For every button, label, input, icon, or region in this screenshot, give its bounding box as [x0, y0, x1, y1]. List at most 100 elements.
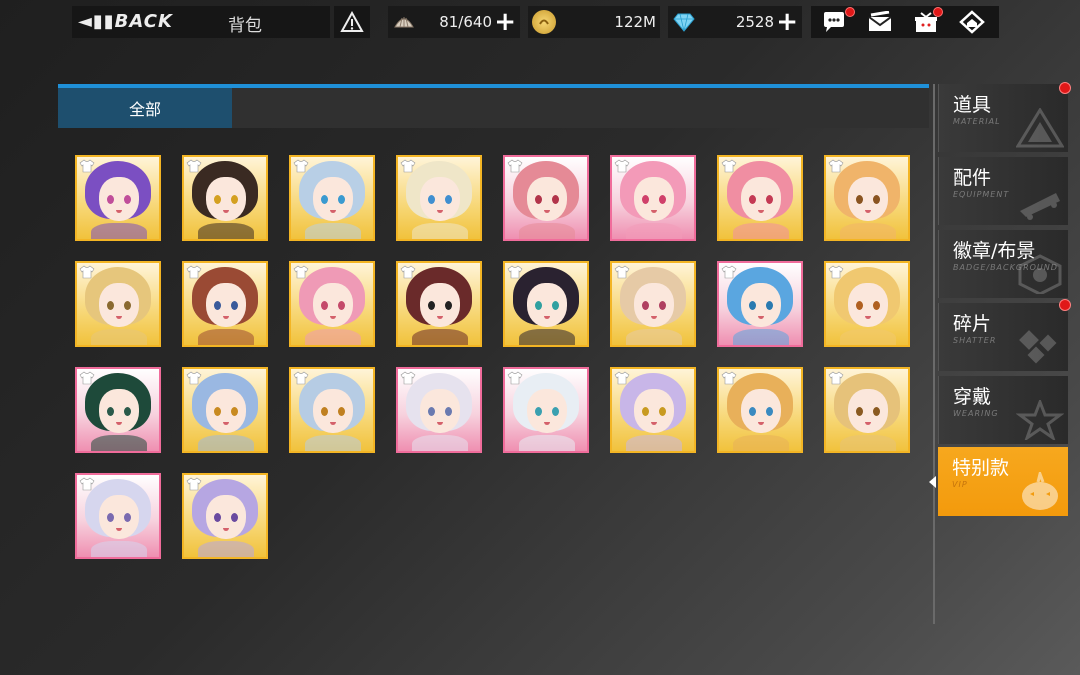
character-face: [206, 389, 246, 433]
character-eye: [214, 301, 221, 310]
item-card[interactable]: [503, 367, 589, 453]
add-diamond-button[interactable]: +: [776, 7, 798, 37]
character-outfit: [733, 435, 789, 451]
tab-all[interactable]: 全部: [58, 88, 232, 128]
character-eye: [428, 301, 435, 310]
character-outfit: [198, 541, 254, 557]
item-card[interactable]: [75, 367, 161, 453]
item-card[interactable]: [503, 261, 589, 347]
back-button[interactable]: ◄▮▮BACK 背包: [72, 6, 330, 38]
character-eye: [321, 195, 328, 204]
side-item-label: 道具: [953, 94, 992, 116]
item-card[interactable]: [182, 473, 268, 559]
item-card[interactable]: [75, 155, 161, 241]
character-eye: [321, 407, 328, 416]
add-capacity-button[interactable]: +: [494, 7, 516, 37]
side-item-wearing[interactable]: 穿戴 WEARING: [938, 376, 1068, 444]
item-card[interactable]: [289, 367, 375, 453]
item-card[interactable]: [182, 261, 268, 347]
character-eye: [445, 407, 452, 416]
capacity-value: 81/640: [439, 13, 492, 31]
character-eye: [552, 301, 559, 310]
item-card[interactable]: [182, 367, 268, 453]
item-card[interactable]: [824, 155, 910, 241]
item-card[interactable]: [503, 155, 589, 241]
character-eye: [535, 195, 542, 204]
character-outfit: [198, 223, 254, 239]
character-eye: [338, 407, 345, 416]
item-card[interactable]: [396, 261, 482, 347]
character-eye: [124, 513, 131, 522]
shirt-icon: [721, 371, 737, 385]
character-eye: [231, 301, 238, 310]
character-eye: [124, 301, 131, 310]
character-outfit: [91, 223, 147, 239]
shell-icon: [392, 10, 416, 34]
shirt-icon: [79, 265, 95, 279]
item-card[interactable]: [396, 155, 482, 241]
character-eye: [214, 407, 221, 416]
item-card[interactable]: [717, 155, 803, 241]
diamond-icon: [672, 10, 696, 34]
item-card[interactable]: [610, 261, 696, 347]
chat-icon[interactable]: [819, 7, 855, 35]
item-card[interactable]: [75, 261, 161, 347]
character-face: [634, 389, 674, 433]
side-item-shatter[interactable]: 碎片 SHATTER: [938, 303, 1068, 371]
shirt-icon: [293, 371, 309, 385]
side-item-label: 穿戴: [953, 386, 992, 408]
character-eye: [107, 301, 114, 310]
shirt-icon: [400, 159, 416, 173]
item-card[interactable]: [289, 261, 375, 347]
character-eye: [766, 407, 773, 416]
character-face: [848, 283, 888, 327]
gift-icon[interactable]: [911, 7, 943, 35]
character-eye: [749, 301, 756, 310]
mail-icon[interactable]: [865, 9, 895, 35]
item-card[interactable]: [824, 261, 910, 347]
item-card[interactable]: [289, 155, 375, 241]
gold-value: 122M: [614, 13, 656, 31]
help-button[interactable]: [334, 6, 370, 38]
character-face: [527, 177, 567, 221]
character-eye: [535, 407, 542, 416]
shatter-emblem-icon: [1019, 330, 1057, 364]
item-card[interactable]: [610, 367, 696, 453]
character-eye: [749, 407, 756, 416]
top-icon-bar: [811, 6, 999, 38]
character-face: [313, 177, 353, 221]
character-eye: [659, 301, 666, 310]
item-card[interactable]: [824, 367, 910, 453]
item-card[interactable]: [717, 367, 803, 453]
side-item-label: 碎片: [953, 313, 992, 335]
character-eye: [856, 301, 863, 310]
character-eye: [766, 195, 773, 204]
shirt-icon: [186, 477, 202, 491]
back-label: ◄▮▮BACK: [78, 11, 173, 32]
character-eye: [873, 195, 880, 204]
side-item-material[interactable]: 道具 MATERIAL: [938, 84, 1068, 152]
character-outfit: [626, 329, 682, 345]
shirt-icon: [79, 477, 95, 491]
item-card[interactable]: [610, 155, 696, 241]
character-face: [206, 495, 246, 539]
item-card[interactable]: [182, 155, 268, 241]
character-outfit: [305, 329, 361, 345]
item-card[interactable]: [396, 367, 482, 453]
character-eye: [214, 195, 221, 204]
side-divider: [933, 84, 935, 624]
character-outfit: [519, 435, 575, 451]
item-card[interactable]: [75, 473, 161, 559]
page-title: 背包: [228, 16, 262, 36]
character-outfit: [840, 435, 896, 451]
side-item-equipment[interactable]: 配件 EQUIPMENT: [938, 157, 1068, 225]
home-icon[interactable]: [957, 9, 987, 35]
shirt-icon: [614, 265, 630, 279]
item-card[interactable]: [717, 261, 803, 347]
character-eye: [231, 407, 238, 416]
character-face: [313, 283, 353, 327]
side-item-badge-background[interactable]: 徽章/布景 BADGE/BACKGROUND: [938, 230, 1068, 298]
character-face: [99, 495, 139, 539]
side-item-vip[interactable]: 特别款 VIP: [938, 447, 1068, 516]
character-face: [206, 177, 246, 221]
